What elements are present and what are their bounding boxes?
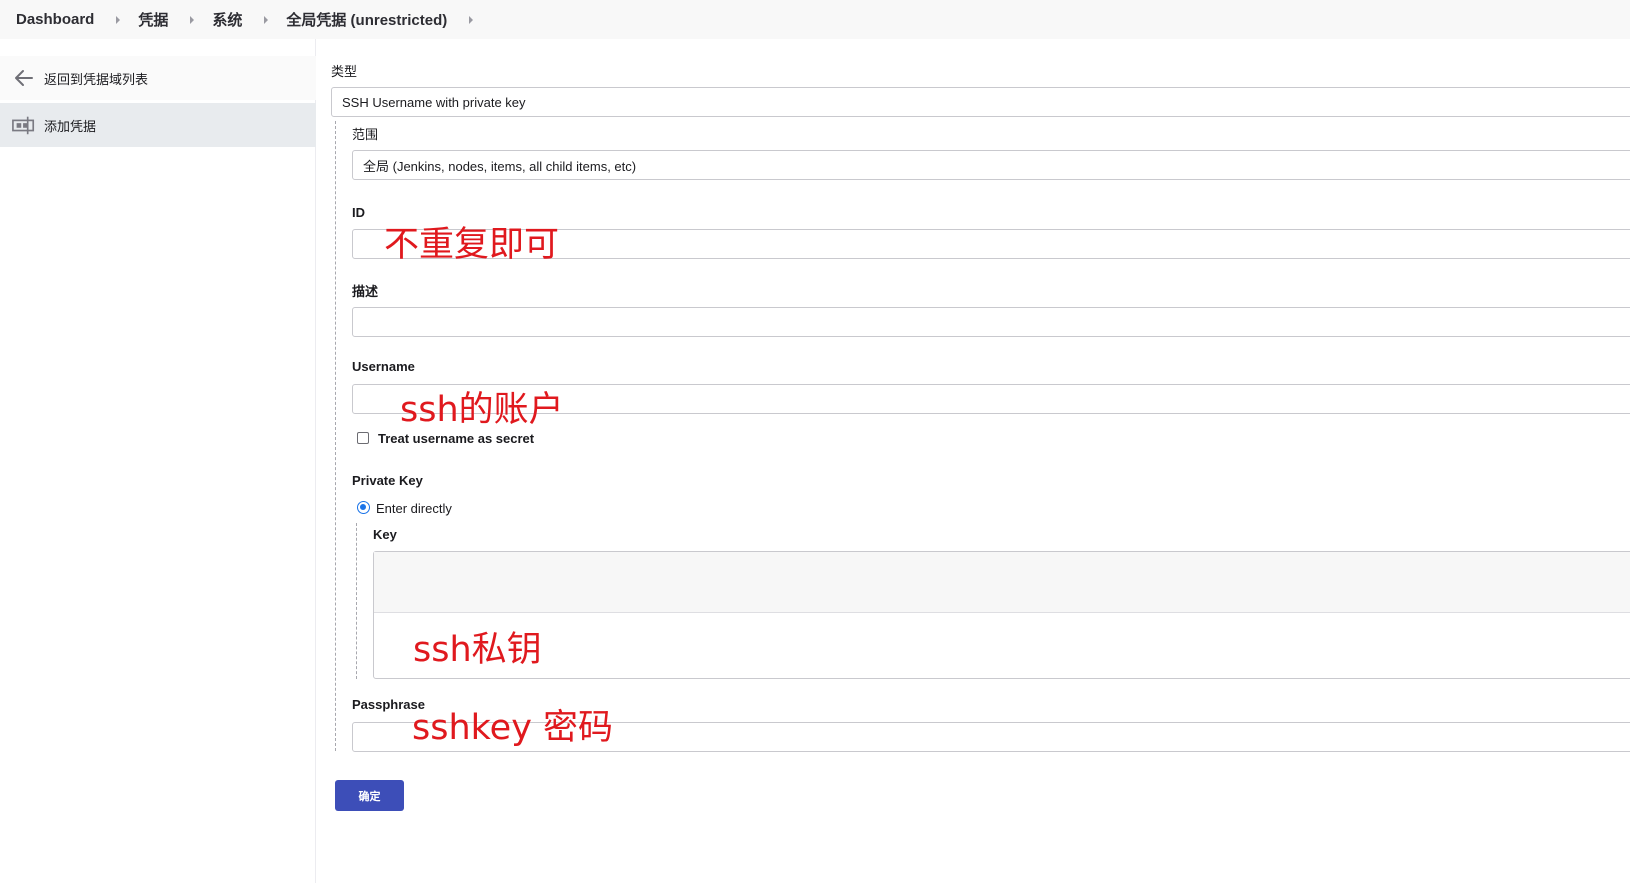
scope-label: 范围 xyxy=(352,127,379,142)
add-credentials-link[interactable]: 添加凭据 xyxy=(0,103,316,147)
add-credentials-label: 添加凭据 xyxy=(44,118,97,134)
kind-label: 类型 xyxy=(331,64,358,79)
breadcrumb-dashboard[interactable]: Dashboard xyxy=(16,11,94,28)
scope-value: 全局 (Jenkins, nodes, items, all child ite… xyxy=(363,158,637,174)
back-to-domains-label: 返回到凭据域列表 xyxy=(44,71,149,87)
breadcrumb-chevron-icon[interactable] xyxy=(190,15,195,24)
key-textarea[interactable] xyxy=(373,551,1630,679)
key-annotation: ssh私钥 xyxy=(413,630,542,670)
kind-select[interactable]: SSH Username with private key xyxy=(331,87,1630,117)
breadcrumb-chevron-icon[interactable] xyxy=(469,15,474,24)
breadcrumb: Dashboard 凭据 系统 全局凭据 (unrestricted) xyxy=(0,0,1630,39)
passphrase-annotation: sshkey 密码 xyxy=(412,708,614,748)
username-secret-label[interactable]: Treat username as secret xyxy=(378,431,534,446)
username-secret-checkbox[interactable] xyxy=(357,432,369,444)
side-panel: 返回到凭据域列表 添加凭据 xyxy=(0,39,316,883)
ok-button[interactable]: 确定 xyxy=(335,780,404,811)
breadcrumb-system[interactable]: 系统 xyxy=(212,9,242,30)
key-section-guide xyxy=(356,523,357,679)
enter-directly-radio[interactable] xyxy=(357,501,370,514)
id-annotation: 不重复即可 xyxy=(384,225,560,265)
username-label: Username xyxy=(352,359,415,374)
key-label: Key xyxy=(373,527,397,542)
arrow-left-icon xyxy=(12,66,36,90)
credential-form: 类型 SSH Username with private key 范围 全局 (… xyxy=(317,39,1630,883)
back-to-domains-link[interactable]: 返回到凭据域列表 xyxy=(0,56,316,100)
username-annotation: ssh的账户 xyxy=(400,390,564,430)
description-input[interactable] xyxy=(352,307,1630,337)
breadcrumb-credentials[interactable]: 凭据 xyxy=(138,9,168,30)
scope-select[interactable]: 全局 (Jenkins, nodes, items, all child ite… xyxy=(352,150,1630,180)
description-label: 描述 xyxy=(352,284,379,299)
breadcrumb-global-credentials[interactable]: 全局凭据 (unrestricted) xyxy=(286,9,447,30)
breadcrumb-chevron-icon[interactable] xyxy=(116,15,121,24)
breadcrumb-chevron-icon[interactable] xyxy=(264,15,269,24)
kind-value: SSH Username with private key xyxy=(342,94,526,110)
kind-section-guide xyxy=(335,121,336,751)
credentials-icon xyxy=(12,113,36,137)
key-textarea-header xyxy=(374,552,1630,613)
id-label: ID xyxy=(352,205,365,220)
private-key-label: Private Key xyxy=(352,473,423,488)
enter-directly-label[interactable]: Enter directly xyxy=(376,501,452,516)
